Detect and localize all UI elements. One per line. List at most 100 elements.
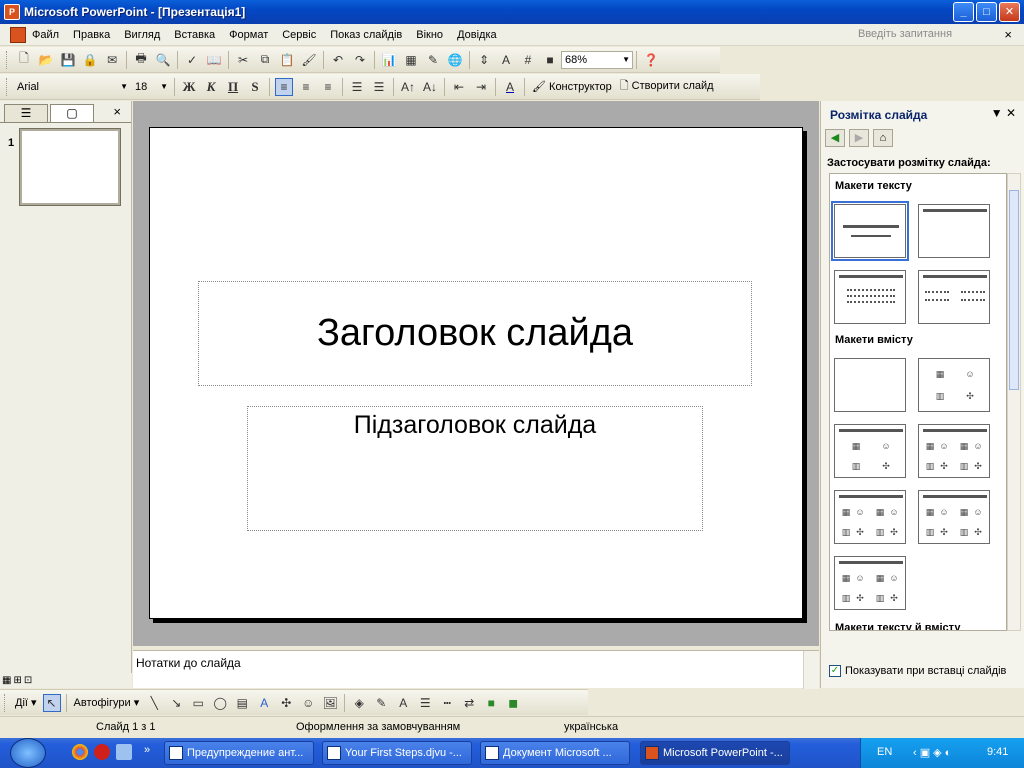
language-indicator[interactable]: EN	[877, 746, 892, 758]
minimize-button[interactable]: _	[953, 2, 974, 22]
home-icon[interactable]: ⌂	[873, 129, 893, 147]
textbox-icon[interactable]: ▤	[233, 694, 251, 712]
notes-scrollbar[interactable]	[803, 651, 819, 689]
forward-arrow-icon[interactable]: ▶	[849, 129, 869, 147]
tab-outline[interactable]: ☰	[4, 104, 48, 122]
taskbar-more-icon[interactable]: »	[144, 744, 150, 756]
oval-icon[interactable]: ◯	[211, 694, 229, 712]
layout-two-column-text[interactable]	[918, 270, 990, 324]
layout-title-four-content[interactable]: ▦ ☺ ▦ ☺ ▥ ✣ ▥ ✣	[918, 490, 990, 544]
layout-blank[interactable]	[834, 358, 906, 412]
taskbar-button-word[interactable]: Документ Microsoft ...	[480, 741, 630, 765]
slide-canvas[interactable]: Заголовок слайда Підзаголовок слайда	[149, 127, 803, 619]
zoom-combo[interactable]: 68% ▼	[561, 50, 633, 69]
menu-tools[interactable]: Сервіс	[282, 29, 316, 41]
ask-question-input[interactable]: Введіть запитання	[858, 28, 988, 40]
document-icon[interactable]	[10, 26, 26, 43]
scrollbar-thumb[interactable]	[1009, 190, 1019, 390]
font-color-icon[interactable]: A	[501, 78, 519, 96]
title-placeholder[interactable]: Заголовок слайда	[198, 281, 752, 386]
print-preview-icon[interactable]: 🔍	[154, 51, 172, 69]
layout-four-content[interactable]: ▦ ☺ ▦ ☺ ▥ ✣ ▥ ✣	[834, 556, 906, 610]
designer-button[interactable]: 🖌 Конструктор	[532, 80, 612, 93]
font-size-combo[interactable]: 18 ▼	[131, 78, 171, 96]
picture-icon[interactable]: 🖼	[321, 694, 339, 712]
layout-title-only[interactable]	[918, 204, 990, 258]
email-icon[interactable]: ✉	[103, 51, 121, 69]
tables-borders-icon[interactable]: ✎	[424, 51, 442, 69]
layout-title-text[interactable]	[834, 270, 906, 324]
shadow-style-icon[interactable]: ■	[482, 694, 500, 712]
document-close-button[interactable]: ×	[1004, 27, 1012, 42]
layout-scrollbar[interactable]	[1007, 173, 1021, 631]
diagram-icon[interactable]: ✣	[277, 694, 295, 712]
menu-format[interactable]: Формат	[229, 29, 268, 41]
increase-font-icon[interactable]: A↑	[399, 78, 417, 96]
italic-button[interactable]: К	[202, 78, 220, 96]
show-on-insert-checkbox[interactable]: ✓	[829, 665, 841, 677]
menu-edit[interactable]: Правка	[73, 29, 110, 41]
insert-chart-icon[interactable]: 📊	[380, 51, 398, 69]
font-color-draw-icon[interactable]: A	[394, 694, 412, 712]
normal-view-icon[interactable]: ▦	[2, 675, 11, 686]
format-painter-icon[interactable]: 🖌	[300, 51, 318, 69]
expand-all-icon[interactable]: ⇕	[475, 51, 493, 69]
redo-icon[interactable]: ↷	[351, 51, 369, 69]
select-objects-icon[interactable]: ↖	[42, 693, 61, 712]
decrease-indent-icon[interactable]: ⇤	[450, 78, 468, 96]
toolbar-grip[interactable]	[6, 77, 9, 96]
decrease-font-icon[interactable]: A↓	[421, 78, 439, 96]
print-icon[interactable]: 🖶	[132, 51, 150, 69]
bullets-icon[interactable]: ☰	[370, 78, 388, 96]
maximize-button[interactable]: □	[976, 2, 997, 22]
layout-title-two-content[interactable]: ▦ ☺ ▦ ☺ ▥ ✣ ▥ ✣	[918, 424, 990, 478]
tray-icons[interactable]: ‹ ▣ ◈ ◐	[913, 746, 951, 759]
insert-table-icon[interactable]: ▦	[402, 51, 420, 69]
menu-insert[interactable]: Вставка	[174, 29, 215, 41]
dash-style-icon[interactable]: ┅	[438, 694, 456, 712]
tab-slides[interactable]: ▢	[50, 104, 94, 122]
notes-area[interactable]: Нотатки до слайда	[133, 650, 819, 689]
new-icon[interactable]: 🗋	[15, 51, 33, 69]
opera-icon[interactable]	[94, 744, 110, 760]
copy-icon[interactable]: ⧉	[256, 51, 274, 69]
new-slide-button[interactable]: 🗋 Створити слайд	[620, 77, 714, 96]
pane-close-button[interactable]: ×	[113, 104, 121, 119]
show-on-insert-option[interactable]: ✓ Показувати при вставці слайдів	[829, 665, 1006, 677]
wordart-icon[interactable]: A	[255, 694, 273, 712]
undo-icon[interactable]: ↶	[329, 51, 347, 69]
sorter-view-icon[interactable]: ⊞	[13, 675, 21, 686]
align-center-icon[interactable]: ≡	[297, 78, 315, 96]
toolbar-grip[interactable]	[6, 50, 9, 69]
layout-title-content[interactable]: ▦ ☺ ▥ ✣	[834, 424, 906, 478]
layout-title-slide[interactable]	[831, 201, 909, 261]
increase-indent-icon[interactable]: ⇥	[472, 78, 490, 96]
underline-button[interactable]: П	[224, 78, 242, 96]
menu-window[interactable]: Вікно	[416, 29, 443, 41]
align-right-icon[interactable]: ≡	[319, 78, 337, 96]
close-window-button[interactable]: ✕	[999, 2, 1020, 22]
shadow-button[interactable]: S	[246, 78, 264, 96]
line-color-icon[interactable]: ✎	[372, 694, 390, 712]
menu-file[interactable]: Файл	[32, 29, 59, 41]
start-button[interactable]	[10, 738, 46, 768]
task-pane-controls[interactable]: ▼ ✕	[991, 106, 1016, 120]
chrome-icon[interactable]	[72, 744, 88, 760]
toolbar-grip[interactable]	[4, 693, 7, 712]
powerpoint-app-icon[interactable]: P	[4, 4, 20, 20]
slide-thumbnail[interactable]	[19, 128, 121, 206]
taskbar-button-powerpoint[interactable]: Microsoft PowerPoint -...	[640, 741, 790, 765]
taskbar-button-warning[interactable]: Предупреждение ант...	[164, 741, 314, 765]
paste-icon[interactable]: 📋	[278, 51, 296, 69]
color-grayscale-icon[interactable]: ■	[541, 51, 559, 69]
actions-menu[interactable]: Дії ▾	[15, 696, 37, 709]
menu-view[interactable]: Вигляд	[124, 29, 160, 41]
bold-button[interactable]: Ж	[180, 78, 198, 96]
taskbar-button-djvu[interactable]: Your First Steps.djvu -...	[322, 741, 472, 765]
clipart-icon[interactable]: ☺	[299, 694, 317, 712]
spelling-icon[interactable]: ✓	[183, 51, 201, 69]
layout-content[interactable]: ▦ ☺ ▥ ✣	[918, 358, 990, 412]
3d-style-icon[interactable]: ◼	[504, 694, 522, 712]
menu-slideshow[interactable]: Показ слайдів	[330, 29, 402, 41]
arrow-icon[interactable]: ↘	[167, 694, 185, 712]
